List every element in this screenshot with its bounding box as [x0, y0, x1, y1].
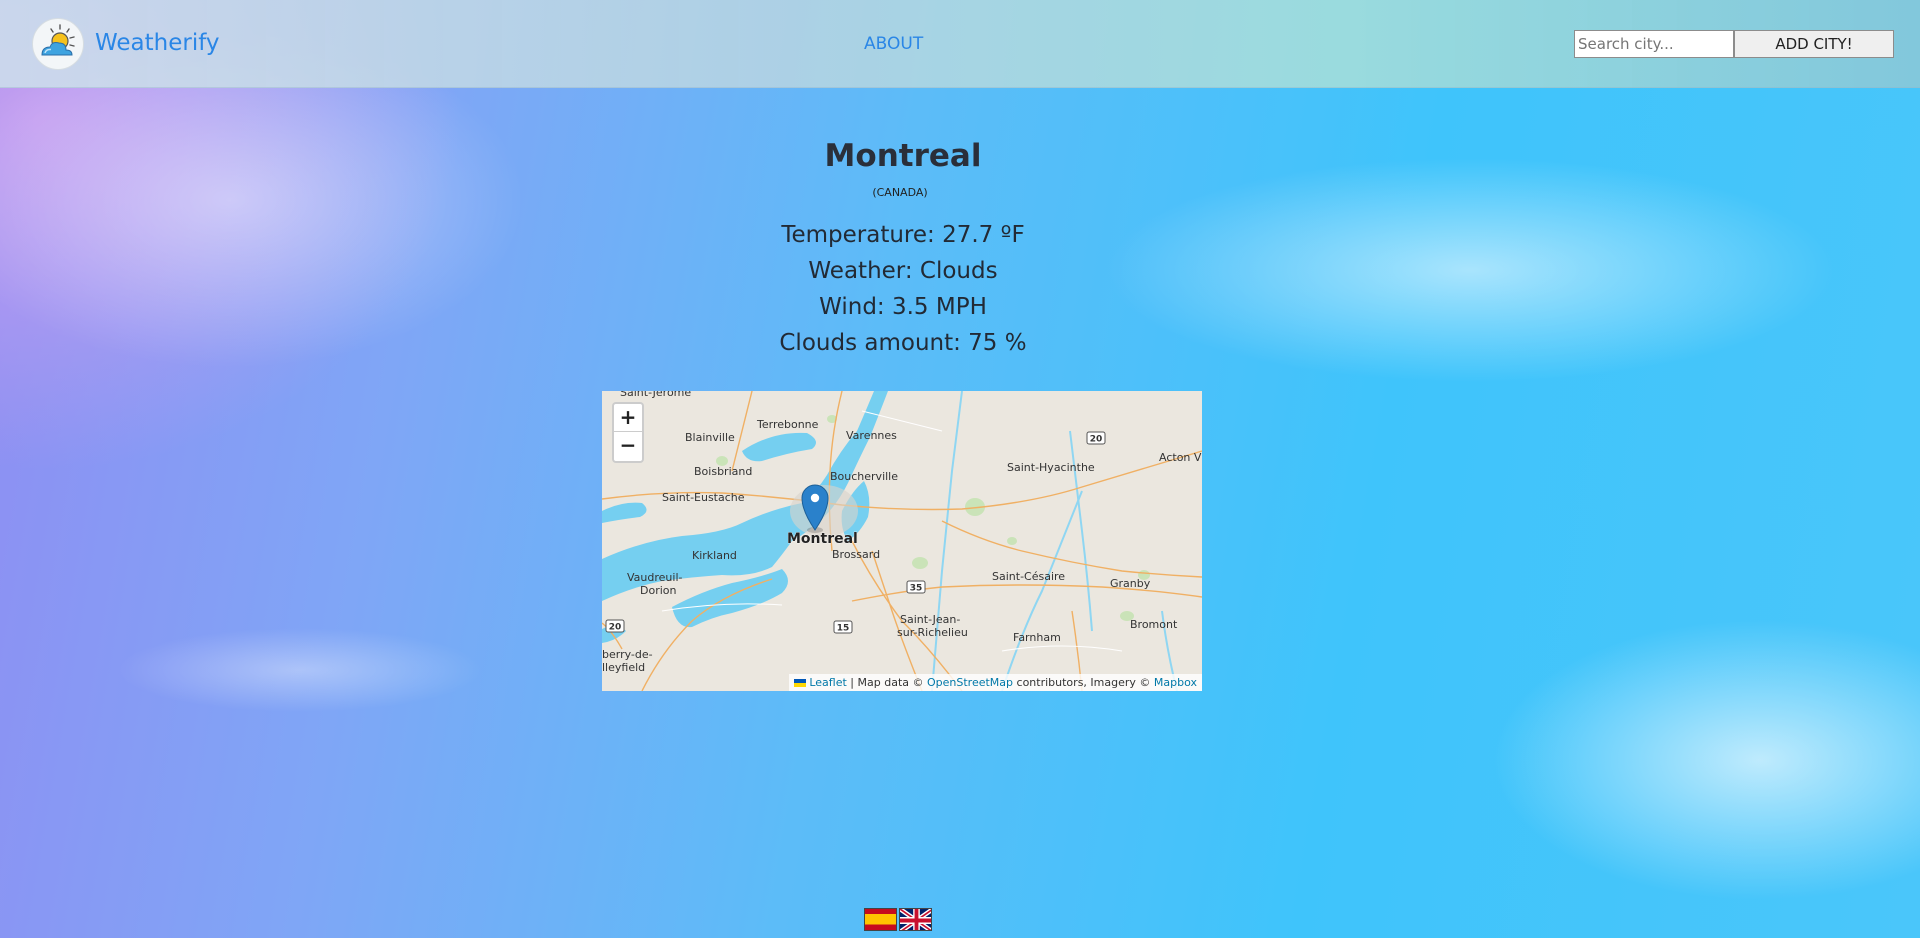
highway-15-shield: 15 [837, 624, 850, 634]
location-map[interactable]: 20 35 15 20 Saint-Jérôme Terrebonne Blai… [602, 391, 1202, 691]
map-label-farnham: Farnham [1013, 631, 1061, 644]
map-label-saint-jerome: Saint-Jérôme [620, 391, 691, 399]
map-label-brossard: Brossard [832, 548, 880, 561]
map-marker-label: Montreal [787, 531, 858, 547]
map-label-dorion: Dorion [640, 584, 677, 597]
map-label-valleyfield: lleyfield [602, 661, 645, 674]
map-label-blainville: Blainville [685, 431, 735, 444]
temperature-text: Temperature: 27.7 ºF [781, 222, 1025, 248]
map-tiles: 20 35 15 20 Saint-Jérôme Terrebonne Blai… [602, 391, 1202, 691]
zoom-out-button[interactable]: − [614, 432, 642, 460]
nav-about-link[interactable]: ABOUT [864, 34, 923, 54]
uk-flag-icon[interactable] [899, 908, 932, 931]
highway-20-shield: 20 [1090, 435, 1103, 445]
city-name: Montreal [824, 138, 982, 174]
highway-20-shield-west: 20 [609, 623, 622, 633]
search-city-input[interactable] [1574, 30, 1734, 58]
add-city-button[interactable]: ADD CITY! [1734, 30, 1894, 58]
brand-title[interactable]: Weatherify [95, 30, 220, 56]
map-label-boisbriand: Boisbriand [694, 465, 752, 478]
map-attribution: Leaflet | Map data © OpenStreetMap contr… [789, 674, 1202, 691]
openstreetmap-link[interactable]: OpenStreetMap [927, 676, 1013, 689]
map-label-saint-jean: Saint-Jean- [900, 613, 960, 626]
map-label-salaberry: berry-de- [602, 648, 653, 661]
zoom-control: + − [612, 402, 644, 463]
zoom-in-button[interactable]: + [614, 404, 642, 432]
clouds-amount-text: Clouds amount: 75 % [779, 330, 1027, 356]
spain-flag-icon[interactable] [864, 908, 897, 931]
mapbox-link[interactable]: Mapbox [1154, 676, 1197, 689]
map-label-acton: Acton V [1159, 451, 1202, 464]
map-label-varennes: Varennes [846, 429, 897, 442]
map-label-saint-cesaire: Saint-Césaire [992, 570, 1065, 583]
header-bar: Weatherify ABOUT ADD CITY! [0, 0, 1920, 88]
weather-condition-text: Weather: Clouds [808, 258, 998, 284]
map-label-boucherville: Boucherville [830, 470, 898, 483]
weather-logo-icon[interactable] [32, 18, 84, 70]
attribution-text-2: contributors, Imagery © [1013, 676, 1154, 689]
country-name: (CANADA) [872, 186, 928, 199]
map-label-vaudreuil: Vaudreuil- [627, 571, 682, 584]
map-label-terrebonne: Terrebonne [756, 418, 819, 431]
map-label-bromont: Bromont [1130, 618, 1178, 631]
map-label-saint-hyacinthe: Saint-Hyacinthe [1007, 461, 1095, 474]
ukraine-flag-icon [794, 679, 807, 687]
map-label-granby: Granby [1110, 577, 1151, 590]
map-label-saint-eustache: Saint-Eustache [662, 491, 745, 504]
map-label-kirkland: Kirkland [692, 549, 737, 562]
leaflet-link[interactable]: Leaflet [809, 676, 846, 689]
map-label-sur-richelieu: sur-Richelieu [897, 626, 968, 639]
language-switcher [864, 908, 932, 931]
highway-35-shield: 35 [910, 584, 923, 594]
wind-text: Wind: 3.5 MPH [819, 294, 987, 320]
attribution-text-1: | Map data © [846, 676, 927, 689]
